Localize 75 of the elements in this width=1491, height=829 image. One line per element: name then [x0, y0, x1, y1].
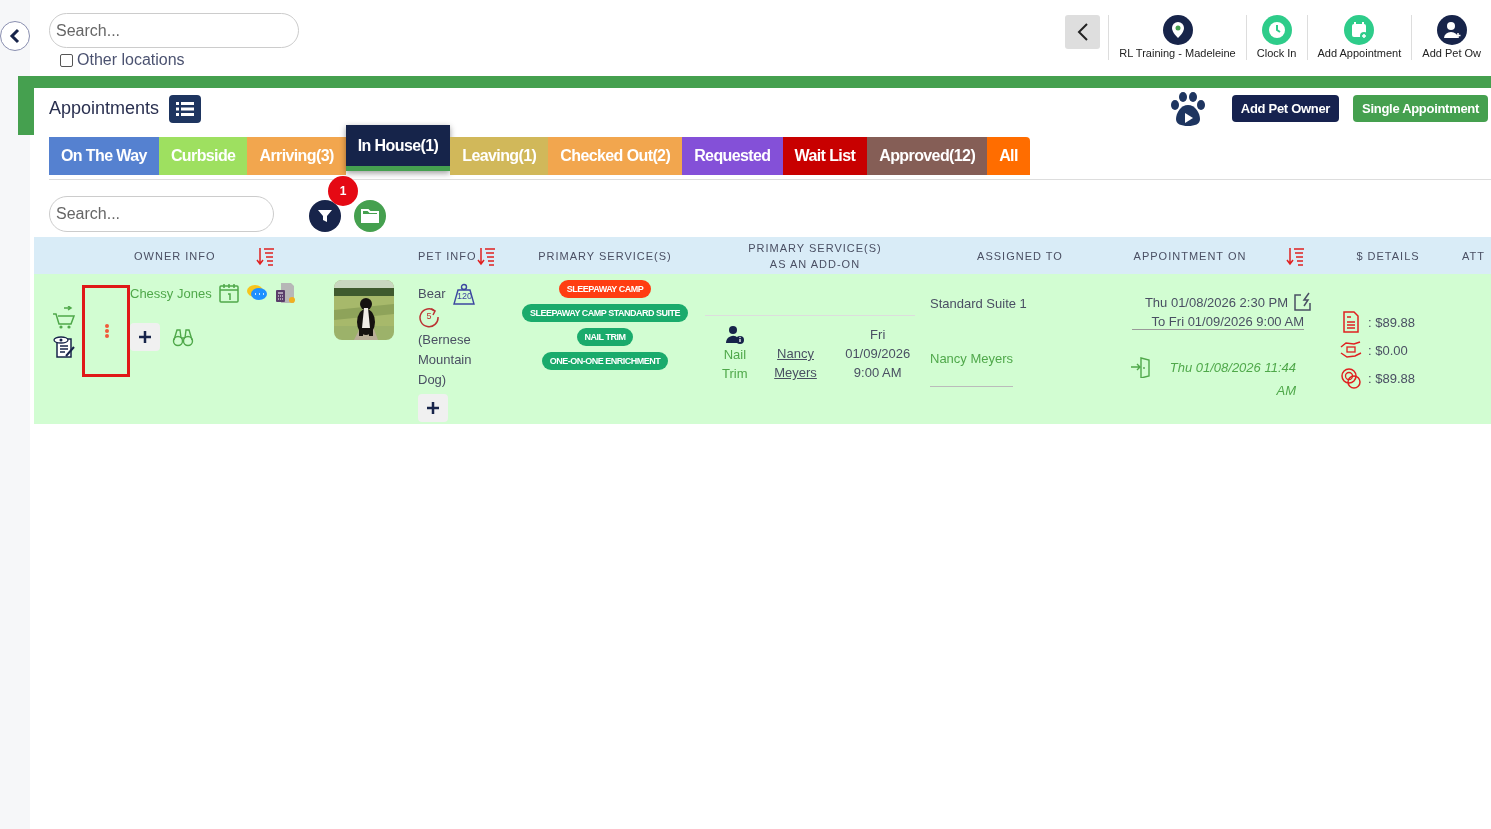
- toolbar-button[interactable]: RL Training - Madeleine: [1108, 15, 1246, 60]
- amount: : $0.00: [1368, 342, 1408, 358]
- table-row[interactable]: [34, 274, 1491, 424]
- column-header: PRIMARY SERVICE(S): [538, 248, 672, 264]
- status-tab[interactable]: On The Way: [49, 137, 159, 175]
- count-badge: 1: [328, 175, 358, 206]
- folder-icon: [361, 208, 379, 223]
- status-tab[interactable]: In House(1): [345, 125, 451, 171]
- column-header: $ DETAILS: [1356, 248, 1420, 264]
- toolbar-button[interactable]: Clock In: [1245, 15, 1307, 60]
- pet-name: Bear: [418, 285, 446, 303]
- calculator-document-icon[interactable]: [273, 282, 296, 304]
- header-button[interactable]: Single Appointment: [1353, 95, 1488, 122]
- person-info-icon[interactable]: [724, 325, 745, 345]
- pet-breed: (Bernese Mountain Dog): [418, 330, 473, 389]
- add-button[interactable]: [418, 393, 448, 422]
- door-enter-icon: [1130, 356, 1152, 378]
- checkbox-label: Other locations: [77, 51, 185, 69]
- column-header: ATT: [1462, 248, 1485, 264]
- list-view-button[interactable]: [169, 94, 202, 123]
- sort-icon[interactable]: [255, 245, 276, 266]
- service-tag: SLEEPAWAY CAMP STANDARD SUITE: [522, 304, 688, 322]
- appointment-start: Thu 01/08/2026 2:30 PM: [1144, 294, 1288, 310]
- header-button[interactable]: Add Pet Owner: [1231, 95, 1340, 122]
- addon-service: Nail Trim: [721, 346, 749, 383]
- location-pin-icon: [1162, 15, 1193, 45]
- filter-button[interactable]: [309, 199, 341, 232]
- collapse-button[interactable]: [1065, 15, 1101, 49]
- assigned-text: Nancy Meyers: [930, 351, 1014, 387]
- plus-icon: [138, 330, 152, 344]
- invoice-icon: [1340, 311, 1362, 333]
- plus-icon: [426, 400, 440, 415]
- toolbar-button[interactable]: Add Pet Ow: [1411, 15, 1491, 60]
- addon-date: Fri 01/09/2026 9:00 AM: [844, 326, 912, 382]
- add-person-icon: [1436, 15, 1467, 45]
- appointment-end: To Fri 01/09/2026 9:00 AM: [1131, 314, 1304, 330]
- column-header: ASSIGNED TO: [977, 248, 1063, 264]
- search-field[interactable]: Search...: [49, 195, 274, 232]
- amount: : $89.88: [1368, 314, 1415, 330]
- sort-icon[interactable]: [1286, 245, 1307, 266]
- more-options-icon[interactable]: [104, 323, 110, 339]
- calendar-add-icon: [1344, 15, 1375, 45]
- checkbox[interactable]: [60, 53, 73, 67]
- coins-icon: [1340, 367, 1362, 389]
- search-field[interactable]: Search...: [49, 13, 299, 48]
- status-tab[interactable]: Wait List: [782, 137, 868, 175]
- list-icon: [176, 100, 195, 117]
- edit-icon[interactable]: [1292, 292, 1314, 312]
- column-header: APPOINTMENT ON: [1133, 248, 1247, 264]
- filter-icon: [318, 208, 332, 223]
- notes-icon[interactable]: [52, 334, 76, 358]
- sort-icon[interactable]: [476, 245, 497, 266]
- hands-money-icon: [1340, 339, 1362, 361]
- column-header: PET INFO: [418, 248, 477, 264]
- check-in-time: Thu 01/08/2026 11:44 AM: [1168, 359, 1296, 400]
- service-tag: SLEEPAWAY CAMP: [558, 280, 652, 298]
- service-tag: NAIL TRIM: [576, 328, 634, 346]
- chevron-left-icon: [8, 28, 22, 44]
- chevron-left-icon: [1075, 22, 1090, 42]
- status-tab[interactable]: Requested: [682, 137, 783, 175]
- add-button[interactable]: [130, 323, 160, 351]
- status-tab[interactable]: All: [987, 137, 1030, 175]
- service-tag: ONE-ON-ONE ENRICHMENT: [541, 352, 669, 370]
- column-header: OWNER INFO: [134, 248, 216, 264]
- binoculars-icon[interactable]: [172, 326, 194, 348]
- clock-icon: [1261, 15, 1292, 45]
- status-tab[interactable]: Approved(12): [867, 137, 988, 175]
- back-button[interactable]: [0, 21, 30, 51]
- page-title: Appointments: [49, 98, 160, 119]
- staff-link[interactable]: Nancy Meyers: [770, 344, 821, 382]
- column-header: PRIMARY SERVICE(S) AS AN ADD-ON: [748, 240, 882, 272]
- assigned-text: Standard Suite 1: [930, 296, 1027, 311]
- toolbar-button[interactable]: Add Appointment: [1306, 15, 1412, 60]
- amount: : $89.88: [1368, 370, 1415, 386]
- folder-button[interactable]: [354, 199, 386, 232]
